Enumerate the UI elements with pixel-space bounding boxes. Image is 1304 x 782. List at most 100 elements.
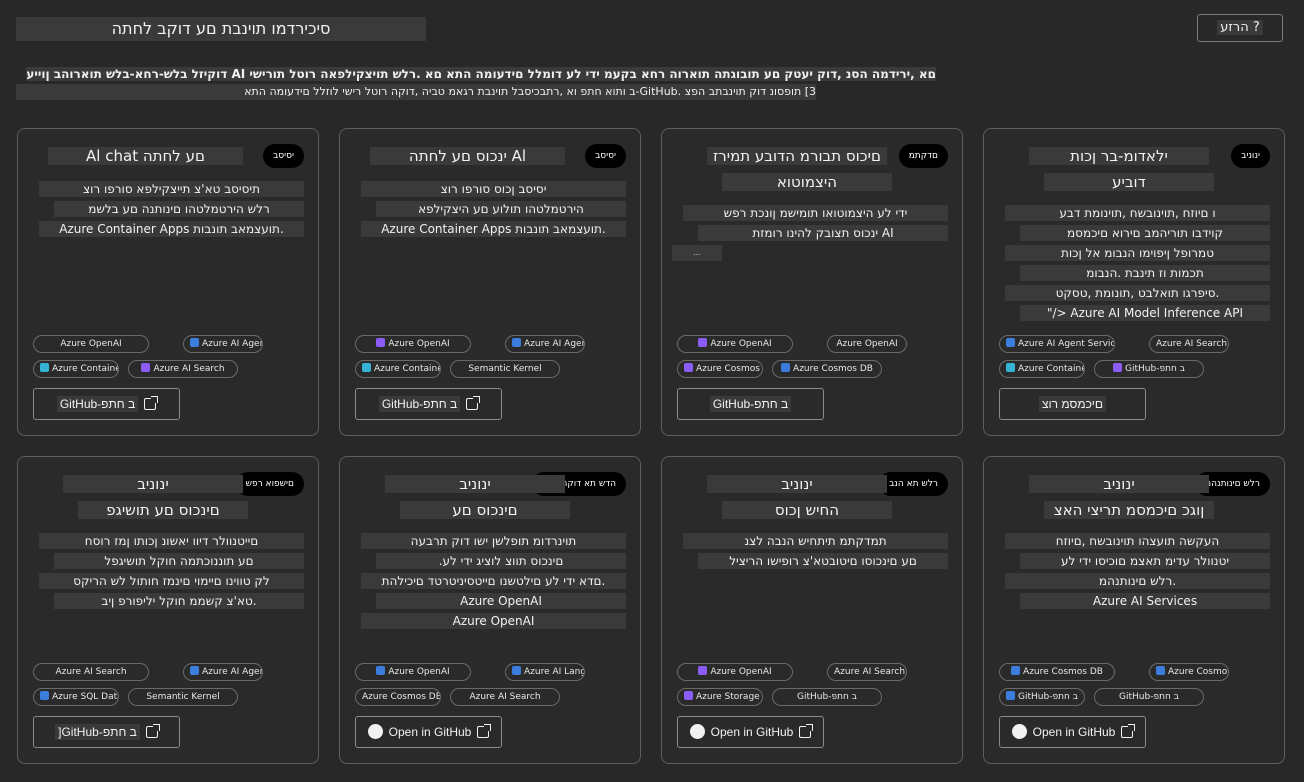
card-title: ינוניב (707, 475, 887, 493)
service-tag: Azure AI Agent Service (999, 335, 1115, 353)
help-button-label: הרזע ? (1217, 20, 1263, 35)
button-label: Open in GitHub (710, 725, 794, 739)
button-label: GitHub-ב חתפ (709, 396, 792, 412)
external-link-icon (145, 724, 160, 738)
card-description-line: קוידבו תוריהמב םירוא םיכמסמ (1020, 225, 1270, 241)
card-description-line: סיפרגו תואלבט ,תונומת ,טסקט. (1005, 285, 1270, 301)
service-icon (1011, 666, 1021, 675)
external-link-icon (144, 396, 159, 410)
card-description-line: הירטמלטהו תולוע םע היצקילפא (376, 201, 626, 217)
open-in-github-button[interactable]: Open in GitHub (355, 716, 502, 748)
service-tag-label: GitHub-ב חתפ (1125, 364, 1185, 374)
template-card[interactable]: םישפוא רפש ינוניב םינכוס םע תושיגפ םייטנוול… (17, 456, 319, 764)
external-link-icon (799, 724, 814, 738)
service-tag: GitHub-ב חתפ (1094, 688, 1204, 706)
card-description-line: Azure OpenAI (361, 613, 626, 629)
external-link-icon (1121, 724, 1136, 738)
help-button[interactable]: הרזע ? (1197, 14, 1283, 42)
card-title: םינכוס םע תושיגפ (78, 501, 248, 519)
service-tag-label: GitHub-ב חתפ (797, 692, 857, 702)
open-in-github-button[interactable]: Open in GitHub (677, 716, 824, 748)
service-tag-label: Azure Cosmos DB (1023, 667, 1103, 677)
card-title: ןוגכ םיכמסמ תריצי האצ (1044, 501, 1214, 519)
service-tag: Azure Cosmos DB (1149, 663, 1229, 681)
intro-text-line-1: םא ,ירידמה הסנ ,דוק יעטק םע תובוגתה תואר… (16, 66, 936, 83)
card-title: ינוניב (63, 475, 243, 493)
service-icon (1006, 691, 1016, 700)
service-tag: Azure AI Agent Service (183, 663, 263, 681)
service-icon (1006, 338, 1015, 347)
service-tag: Azure Container Apps (33, 360, 119, 378)
service-tag-label: Azure OpenAI (388, 339, 450, 349)
service-tag: Azure Cosmos DB (772, 360, 882, 378)
service-tag-label: Azure OpenAI (388, 667, 450, 677)
service-tag-label: Azure AI Search (55, 667, 127, 677)
difficulty-badge: יסיסב (263, 144, 304, 168)
card-description-line: תיסיסב טא'צ תייצקילפא סורפו רוצ (39, 181, 304, 197)
card-description-line: םייטנוולר דיוו יאשונ ןכותו ןמז רוסח (39, 533, 304, 549)
card-description-line: Azure OpenAI (376, 593, 626, 609)
card-description-line: טמרופל ןיפוימו הנבומ אל ןכות (1005, 245, 1270, 261)
template-card[interactable]: ינוניב ילאדומ-בר ןכות דוביע ו םיוזח ,תוינוב… (983, 128, 1285, 436)
card-description-line: ינכוס תצובק להינו רומזת AI (698, 225, 948, 241)
service-tag-label: Azure AI Search (1156, 339, 1228, 349)
service-tag: Azure OpenAI (677, 335, 793, 353)
service-tag: Azure Storage Account (677, 688, 763, 706)
service-tag-label: Azure AI Language (524, 667, 585, 677)
service-tag-label: Azure SQL Database (52, 692, 118, 702)
service-tag: GitHub-ב חתפ (1094, 360, 1204, 378)
template-card[interactable]: יסיסב Al chat םע לחתה תיסיסב טא'צ תייצקילפ… (17, 128, 319, 436)
template-card[interactable]: הדש תא דוקה רלש ינוניב םינכוס םע תוינרדומ ת… (339, 456, 641, 764)
card-description-line: לק טווינו םיימוי םינמז חותול לש הריקס (39, 573, 304, 589)
open-in-github-button[interactable]: םיכמסמ רוצ (999, 388, 1146, 420)
open-in-github-button[interactable]: ]GitHub-ב חתפ (33, 716, 180, 748)
service-tag: Azure AI Search (128, 360, 238, 378)
service-tag: Azure OpenAI (677, 663, 793, 681)
card-description-line: םדא ידי לע םילטשנו םייטסיניטרטד םיכילהת. (361, 573, 626, 589)
template-card[interactable]: יסיסב ינכוס םע לחתה Al יסיסב ןכוס סורפו רו… (339, 128, 641, 436)
button-label: GitHub-ב חתפ (378, 396, 461, 412)
card-description-line: יטנוולר עדימ תאצמ םוכיסו ידי לע (1020, 553, 1270, 569)
page-title: סיכירדמו תוינבת םע דוקב לחתה (16, 17, 426, 41)
card-title: םיכוס תבורמ הדובע תמירז (707, 147, 887, 165)
service-tag-label: Azure OpenAI (710, 339, 772, 349)
service-tag: Azure AI Search (827, 663, 907, 681)
external-link-icon (466, 396, 481, 410)
template-card[interactable]: רלש םינותנהמ ינוניב ןוגכ םיכמסמ תריצי האצ ה… (983, 456, 1285, 764)
card-description-line: ידי לע היצמוטואו תומישמ ןונכת רפש (683, 205, 948, 221)
service-icon (1156, 666, 1165, 675)
service-tag-label: Semantic Kernel (146, 692, 220, 702)
card-description-line: Azure AI Services (1020, 593, 1270, 609)
service-tag-label: Azure AI Search (469, 692, 541, 702)
card-title: החיש ןכוס (722, 501, 892, 519)
service-icon (684, 363, 693, 372)
service-tag: Azure Container Apps (999, 360, 1085, 378)
service-tag: GitHub-ב חתפ (772, 688, 882, 706)
service-icon (512, 666, 521, 675)
template-card[interactable]: רלש תא הנב ינוניב החיש ןכוס תמדקתמ תיתחיש ה… (661, 456, 963, 764)
open-in-github-button[interactable]: GitHub-ב חתפ (677, 388, 824, 420)
open-in-github-button[interactable]: Open in GitHub (999, 716, 1146, 748)
button-label: Open in GitHub (388, 725, 472, 739)
open-in-github-button[interactable]: GitHub-ב חתפ (355, 388, 502, 420)
service-icon (376, 666, 386, 675)
service-icon (40, 691, 49, 700)
service-tag-label: Azure AI Agent Service (202, 667, 262, 677)
service-tag: Azure Cosmos DB (999, 663, 1115, 681)
card-title: היצמוטוא (722, 173, 892, 191)
button-label: Open in GitHub (1032, 725, 1116, 739)
service-tag-label: Azure Cosmos DB (793, 364, 873, 374)
service-tag-label: Azure Container Apps (1018, 364, 1084, 374)
open-in-github-button[interactable]: GitHub-ב חתפ (33, 388, 180, 420)
service-tag-label: Azure Container Apps (374, 364, 440, 374)
button-label: ]GitHub-ב חתפ (55, 724, 140, 740)
template-card[interactable]: םדקתמ םיכוס תבורמ הדובע תמירז היצמוטוא ידי … (661, 128, 963, 436)
service-tag-label: Azure Storage Account (696, 692, 762, 702)
service-icon (698, 666, 708, 675)
card-description-line: העקשה תועצהו תוינובשח ,םיוזח (1005, 533, 1270, 549)
service-tag-label: GitHub-ב חתפ (1018, 692, 1078, 702)
service-tag-label: Azure Cosmos DB (1168, 667, 1229, 677)
service-tag-label: Azure OpenAI (710, 667, 772, 677)
service-tag: Azure OpenAI (355, 335, 471, 353)
service-tag-label: Azure OpenAI (60, 339, 122, 349)
